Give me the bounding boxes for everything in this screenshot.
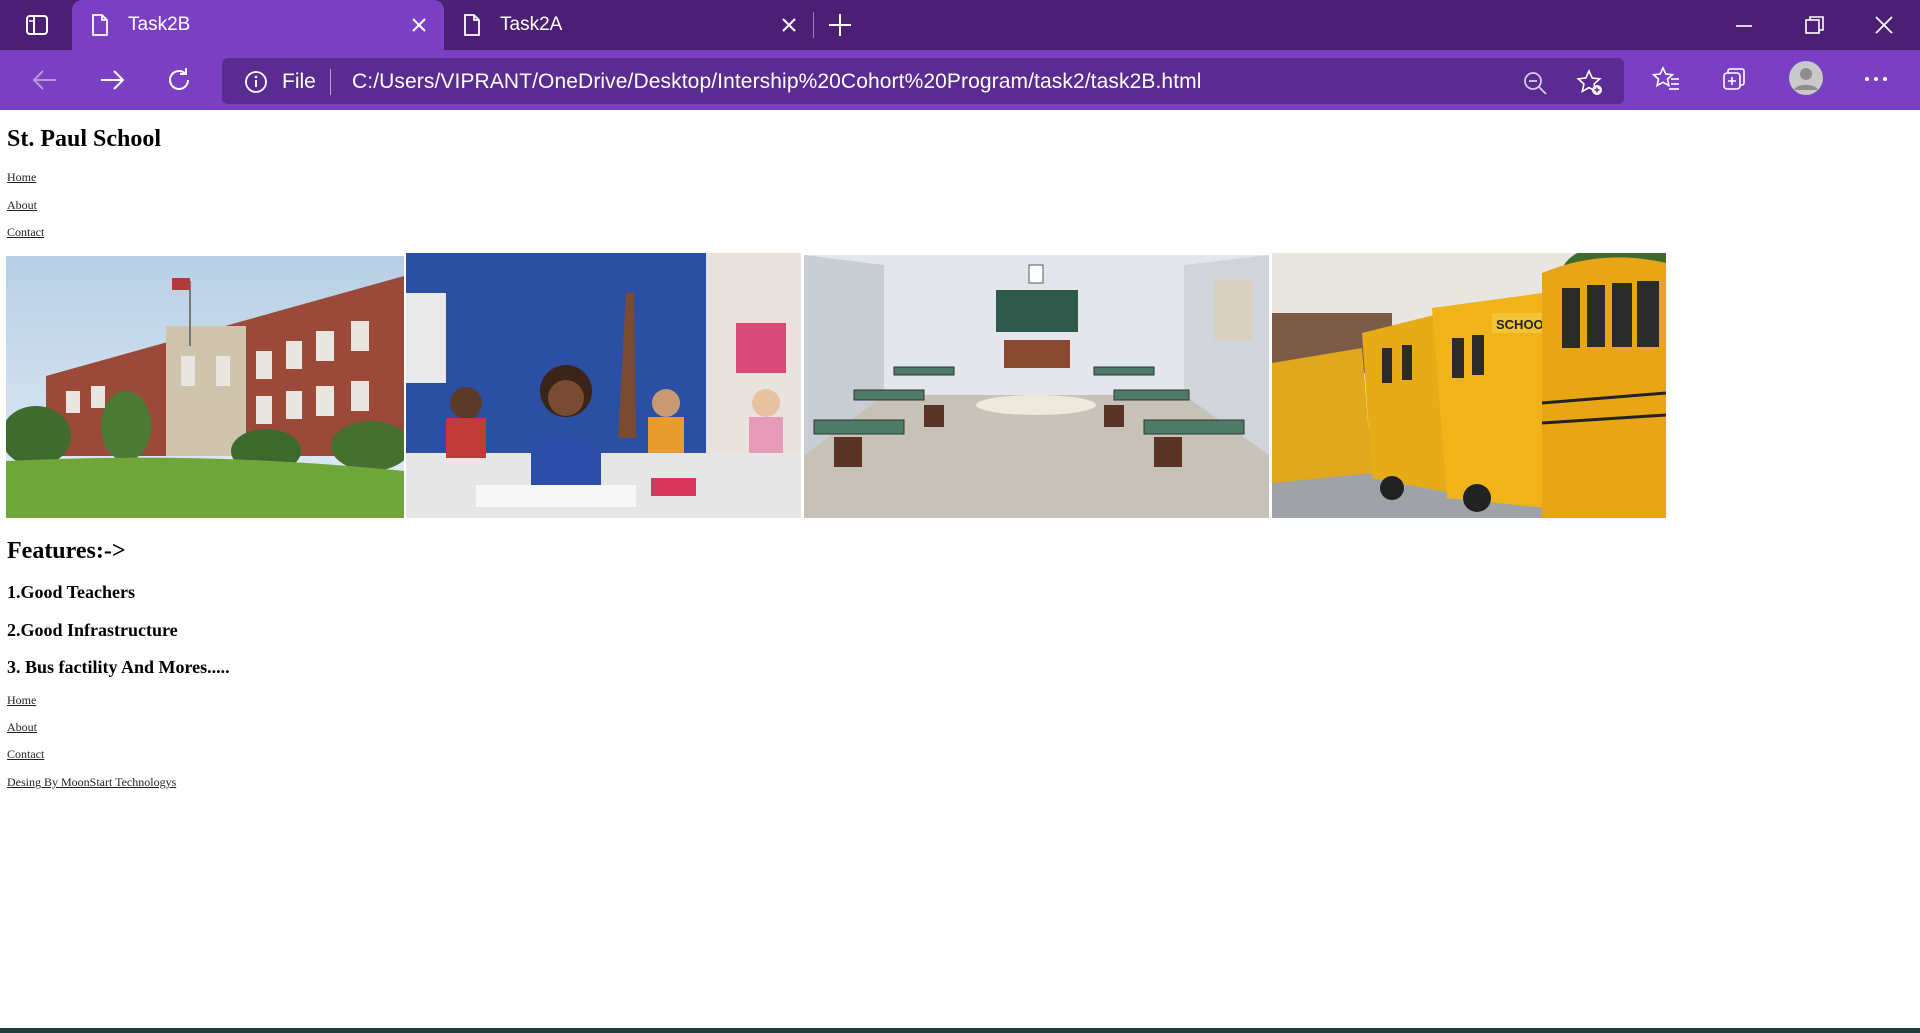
minimize-icon[interactable]: [1732, 14, 1756, 41]
feature-item: 2.Good Infrastructure: [7, 620, 178, 640]
zoom-out-icon[interactable]: [1522, 70, 1548, 101]
tab-title: Task2A: [500, 14, 563, 35]
tab-strip: Task2B Task2A: [0, 0, 1920, 50]
nav-link-home[interactable]: Home: [7, 170, 36, 185]
students-classroom-photo: [406, 253, 801, 518]
close-window-icon[interactable]: [1872, 14, 1896, 41]
tab-title: Task2B: [128, 14, 191, 35]
feature-item: 3. Bus factility And Mores.....: [7, 657, 230, 677]
url-text[interactable]: C:/Users/VIPRANT/OneDrive/Desktop/Inters…: [352, 70, 1202, 94]
info-icon[interactable]: [244, 70, 268, 99]
back-icon[interactable]: [30, 65, 60, 100]
new-tab-icon[interactable]: [826, 11, 854, 44]
taskbar-edge: [0, 1028, 1920, 1033]
tab-task2b[interactable]: Task2B: [72, 0, 444, 50]
tab-task2a[interactable]: Task2A: [444, 0, 812, 50]
web-page: St. Paul School Home About Contact SCHOO…: [0, 110, 1920, 1028]
close-tab-icon[interactable]: [410, 16, 428, 40]
close-tab-icon[interactable]: [780, 16, 798, 40]
address-separator: [330, 69, 331, 95]
page-icon: [462, 13, 482, 43]
features-heading: Features:->: [7, 538, 126, 564]
restore-icon[interactable]: [1802, 14, 1826, 41]
footer-link-contact[interactable]: Contact: [7, 747, 44, 762]
profile-avatar-icon[interactable]: [1788, 60, 1824, 101]
address-bar[interactable]: File C:/Users/VIPRANT/OneDrive/Desktop/I…: [222, 58, 1624, 104]
tab-actions-icon[interactable]: [18, 10, 56, 40]
favorites-icon[interactable]: [1651, 65, 1680, 98]
forward-icon[interactable]: [97, 65, 127, 100]
more-menu-icon[interactable]: [1862, 65, 1890, 98]
nav-link-contact[interactable]: Contact: [7, 225, 44, 240]
empty-classroom-photo: [804, 255, 1269, 518]
feature-item: 1.Good Teachers: [7, 582, 136, 602]
footer-link-about[interactable]: About: [7, 720, 37, 735]
credit-link[interactable]: Desing By MoonStart Technologys: [7, 775, 176, 790]
page-title: St. Paul School: [7, 126, 162, 152]
address-toolbar: File C:/Users/VIPRANT/OneDrive/Desktop/I…: [0, 50, 1920, 110]
school-buses-photo: SCHOOL: [1272, 253, 1666, 518]
footer-link-home[interactable]: Home: [7, 693, 36, 708]
refresh-icon[interactable]: [164, 65, 194, 100]
tab-separator: [813, 12, 814, 38]
scheme-label: File: [282, 70, 316, 93]
nav-link-about[interactable]: About: [7, 198, 37, 213]
add-favorite-icon[interactable]: [1576, 69, 1604, 102]
school-building-photo: [6, 256, 404, 518]
page-icon: [90, 13, 110, 43]
collections-icon[interactable]: [1720, 65, 1748, 98]
